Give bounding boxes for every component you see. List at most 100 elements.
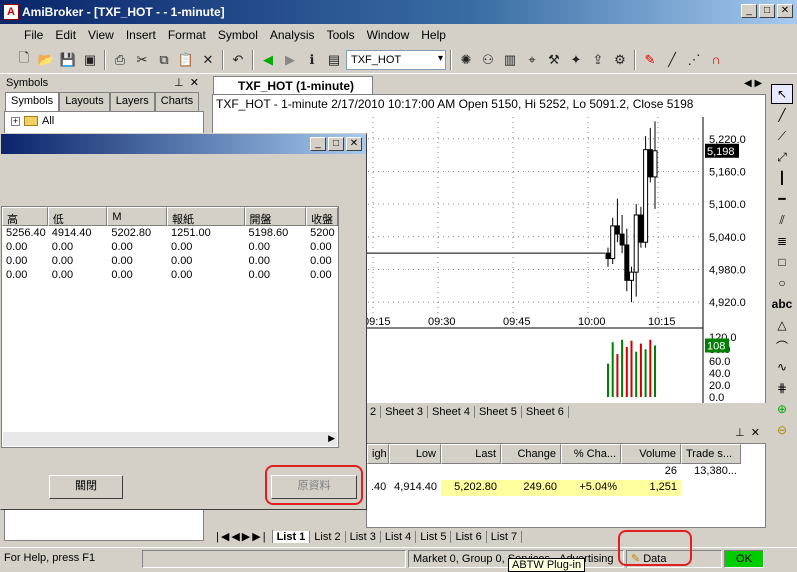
line-tool-icon[interactable]: ╱ [771,105,793,125]
minimize-button[interactable]: _ [741,4,757,18]
dialog-maximize-button[interactable]: □ [328,137,344,151]
gann-tool-icon[interactable]: ⋕ [771,378,793,398]
pin-icon[interactable]: ⊥ [174,77,184,89]
tab-layers[interactable]: Layers [109,92,155,111]
col-5[interactable]: 開盤 [244,207,307,226]
chart-tool-icon[interactable]: ▥ [500,50,520,70]
scroll-right-icon[interactable]: ▶ [328,433,335,444]
chart-tab[interactable]: TXF_HOT (1-minute) [213,76,373,94]
col-pct-change[interactable]: % Cha... [561,444,621,464]
col-trade-size[interactable]: Trade s... [681,444,741,464]
channel-tool-icon[interactable]: ⫽ [771,210,793,230]
list-nav-arrows[interactable]: |◀◀▶▶| [212,530,273,543]
list-item[interactable]: 0.00 0.00 0.00 0.00 0.00 0.00 [2,268,338,282]
ray-tool-icon[interactable]: ⟋ [771,126,793,146]
col-change[interactable]: Change [501,444,561,464]
delete-icon[interactable]: ✕ [198,50,218,70]
horizontal-line-icon[interactable]: ━ [771,189,793,209]
dialog-minimize-button[interactable]: _ [310,137,326,151]
dialog-data-list[interactable]: 高 低 M 報紙 開盤 收盤 5256.40 4914.40 5202.80 1251… [1,206,339,448]
dialog-hscrollbar[interactable]: ▶ [2,431,338,447]
copy-icon[interactable]: ⧉ [154,50,174,70]
pin-icon[interactable]: ⊥ [735,426,745,442]
col-6[interactable]: 收盤 [306,207,338,226]
sheet-tab-3[interactable]: Sheet 3 [381,406,429,418]
list-item[interactable]: 0.00 0.00 0.00 0.00 0.00 0.00 [2,240,338,254]
table-row[interactable]: .40 4,914.40 5,202.80 249.60 +5.04% 1,25… [367,480,765,496]
zoom-out-icon[interactable]: ⊖ [771,420,793,440]
tree-item-all[interactable]: + All [11,115,54,127]
maximize-button[interactable]: □ [759,4,775,18]
extended-line-icon[interactable]: ⤢ [771,147,793,167]
print-icon[interactable]: ⎙ [110,50,130,70]
list-item[interactable]: 5256.40 4914.40 5202.80 1251.00 5198.60 5200 [2,226,338,240]
back-icon[interactable]: ◀ [258,50,278,70]
list-tab-3[interactable]: List 3 [346,530,381,543]
ellipse-tool-icon[interactable]: ○ [771,273,793,293]
sheet-tab-2[interactable]: 2 [366,406,382,418]
open-icon[interactable]: 📂 [36,50,56,70]
arc-tool-icon[interactable]: ⌒ [771,336,793,356]
config-icon[interactable]: ⚙ [610,50,630,70]
menu-help[interactable]: Help [415,28,452,42]
pen-color-icon[interactable]: ✎ [640,50,660,70]
pointer-icon[interactable]: ↖ [771,84,793,104]
menu-analysis[interactable]: Analysis [264,28,321,42]
sheet-tab-6[interactable]: Sheet 6 [522,406,569,418]
col-4[interactable]: 報紙 [167,207,245,226]
panel-close-icon[interactable]: ✕ [190,77,199,89]
col-volume[interactable]: Volume [621,444,681,464]
menu-file[interactable]: File [18,28,49,42]
magnet-icon[interactable]: ∩ [706,50,726,70]
col-last[interactable]: Last [441,444,501,464]
menu-edit[interactable]: Edit [49,28,82,42]
tab-layouts[interactable]: Layouts [59,92,110,111]
close-button[interactable]: ✕ [777,4,793,18]
undo-icon[interactable]: ↶ [228,50,248,70]
zoom-in-icon[interactable]: ⊕ [771,399,793,419]
tab-symbols[interactable]: Symbols [5,92,60,111]
list-item[interactable]: 0.00 0.00 0.00 0.00 0.00 0.00 [2,254,338,268]
panel-close-icon[interactable]: ✕ [751,426,760,442]
dialog-close-button[interactable]: ✕ [346,137,362,151]
sheet-tab-5[interactable]: Sheet 5 [475,406,522,418]
col-low[interactable]: Low [389,444,441,464]
wizard-icon[interactable]: ✦ [566,50,586,70]
rectangle-tool-icon[interactable]: □ [771,252,793,272]
vertical-line-icon[interactable]: ┃ [771,168,793,188]
dialog-close-action-button[interactable]: 關閉 [49,475,123,499]
expand-icon[interactable]: + [11,116,20,126]
save-all-icon[interactable]: ▣ [80,50,100,70]
menu-tools[interactable]: Tools [321,28,361,42]
forward-icon[interactable]: ▶ [280,50,300,70]
export-icon[interactable]: ⇪ [588,50,608,70]
properties-icon[interactable]: ▤ [324,50,344,70]
menu-format[interactable]: Format [162,28,212,42]
menu-window[interactable]: Window [361,28,416,42]
tab-charts[interactable]: Charts [154,92,200,111]
col-high[interactable]: igh [367,444,389,464]
list-tab-4[interactable]: List 4 [381,530,417,543]
menu-insert[interactable]: Insert [120,28,162,42]
sheet-tab-4[interactable]: Sheet 4 [428,406,475,418]
list-tab-2[interactable]: List 2 [310,530,346,543]
list-tab-6[interactable]: List 6 [451,530,487,543]
quote-list[interactable]: igh Low Last Change % Cha... Volume Trad… [366,443,766,528]
dotted-line-icon[interactable]: ⋰ [684,50,704,70]
symbol-combo[interactable]: TXF_HOT [346,49,446,70]
triangle-tool-icon[interactable]: △ [771,315,793,335]
table-row[interactable]: 26 13,380... [367,464,765,480]
scan-icon[interactable]: ⌖ [522,50,542,70]
list-tab-7[interactable]: List 7 [487,530,523,543]
cut-icon[interactable]: ✂ [132,50,152,70]
cycle-tool-icon[interactable]: ∿ [771,357,793,377]
menu-view[interactable]: View [82,28,120,42]
line-icon[interactable]: ╱ [662,50,682,70]
fibonacci-icon[interactable]: ≣ [771,231,793,251]
text-tool-icon[interactable]: abc [771,294,793,314]
menu-symbol[interactable]: Symbol [212,28,264,42]
tab-scroll-arrows[interactable]: ◀ ▶ [744,78,762,89]
col-1[interactable]: 高 [2,207,48,226]
new-icon[interactable]: 🗋 [14,50,34,70]
glasses-icon[interactable]: ⚇ [478,50,498,70]
